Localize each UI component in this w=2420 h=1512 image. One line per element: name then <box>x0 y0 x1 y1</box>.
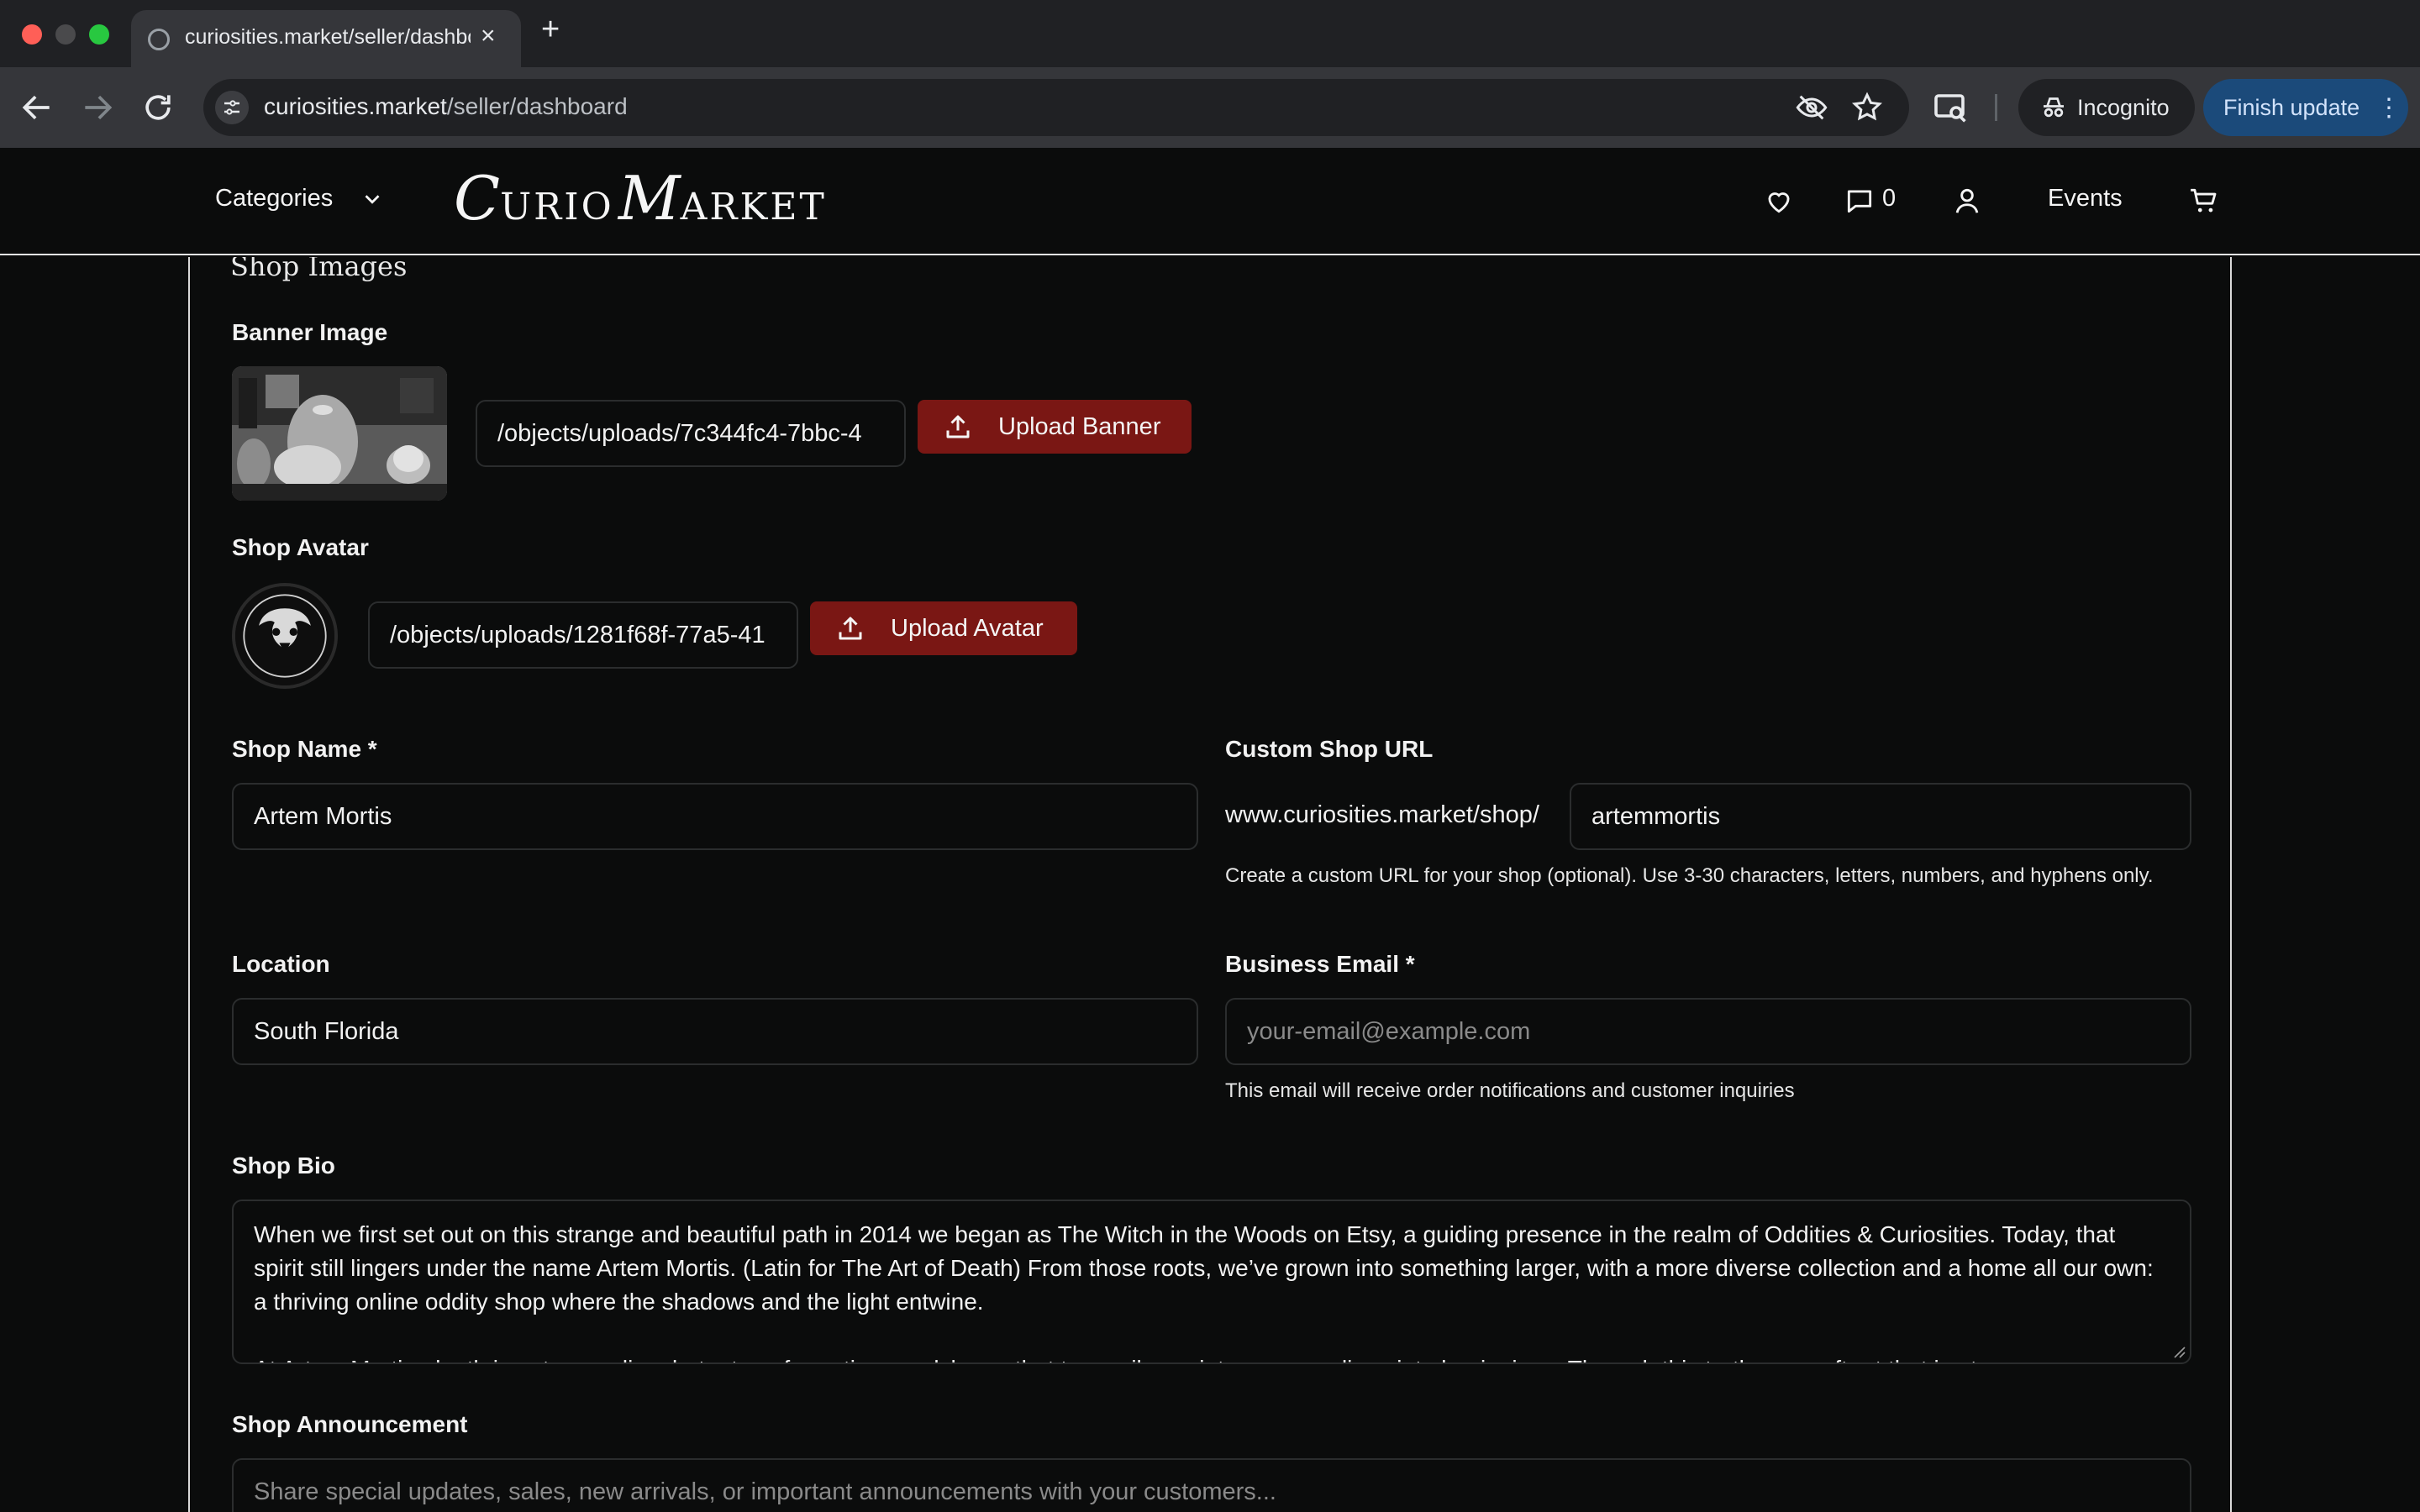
finish-update-label: Finish update <box>2223 95 2360 120</box>
shop-bio-textarea[interactable]: When we first set out on this strange an… <box>232 1200 2191 1364</box>
shop-name-value: Artem Mortis <box>254 803 392 830</box>
shop-bio-paragraph: At Artem Mortis, death is not an ending,… <box>254 1352 2170 1362</box>
upload-avatar-button[interactable]: Upload Avatar <box>810 601 1077 655</box>
location-value: South Florida <box>254 1018 399 1045</box>
incognito-badge[interactable]: Incognito <box>2018 79 2195 136</box>
resize-handle-icon[interactable] <box>2171 1344 2186 1359</box>
avatar-path-value: /objects/uploads/1281f68f-77a5-41 <box>390 622 765 648</box>
banner-image-label: Banner Image <box>232 319 388 345</box>
eye-off-icon[interactable] <box>1795 91 1828 124</box>
messages-count: 0 <box>1882 185 1897 212</box>
back-icon[interactable] <box>18 89 55 126</box>
shop-name-input[interactable]: Artem Mortis <box>232 783 1198 850</box>
events-link[interactable]: Events <box>2048 185 2123 213</box>
cast-search-icon[interactable] <box>1931 87 1971 128</box>
upload-icon <box>839 617 862 640</box>
custom-url-input[interactable]: artemmortis <box>1570 783 2191 850</box>
upload-avatar-label: Upload Avatar <box>891 615 1044 642</box>
window-zoom-button[interactable] <box>89 24 109 45</box>
address-bar[interactable]: curiosities.market/seller/dashboard <box>203 79 1909 136</box>
avatar-path-input[interactable]: /objects/uploads/1281f68f-77a5-41 <box>368 601 798 669</box>
reload-icon[interactable] <box>139 89 176 126</box>
categories-menu[interactable]: Categories <box>215 185 333 213</box>
upload-banner-button[interactable]: Upload Banner <box>918 400 1192 454</box>
shop-settings-panel: Shop Images Banner Image /objects/upload… <box>188 257 2232 1512</box>
browser-tab-strip: curiosities.market/seller/dashboard × + <box>0 0 2420 67</box>
finish-update-button[interactable]: Finish update ⋮ <box>2203 79 2408 136</box>
business-email-input[interactable]: your-email@example.com <box>1225 998 2191 1065</box>
shop-bio-label: Shop Bio <box>232 1152 335 1179</box>
section-title: Shop Images <box>230 257 408 282</box>
shop-announcement-textarea[interactable]: Share special updates, sales, new arriva… <box>232 1458 2191 1512</box>
window-close-button[interactable] <box>22 24 42 45</box>
messages-icon[interactable] <box>1844 185 1876 217</box>
location-input[interactable]: South Florida <box>232 998 1198 1065</box>
site-header: Categories CURIO MARKET 0 Events <box>0 148 2420 255</box>
custom-url-help: Create a custom URL for your shop (optio… <box>1225 864 2154 887</box>
business-email-label: Business Email * <box>1225 951 1415 977</box>
site-logo[interactable]: CURIO MARKET <box>454 163 827 239</box>
url-text: curiosities.market/seller/dashboard <box>264 93 628 119</box>
upload-icon <box>946 415 970 438</box>
shop-bio-paragraph: When we first set out on this strange an… <box>254 1221 2154 1315</box>
custom-url-prefix: www.curiosities.market/shop/ <box>1225 801 1539 828</box>
more-options-icon[interactable]: ⋮ <box>2376 93 2402 123</box>
custom-url-value: artemmortis <box>1591 803 1721 830</box>
location-label: Location <box>232 951 330 977</box>
browser-tab[interactable]: curiosities.market/seller/dashboard × <box>131 10 521 67</box>
shop-name-label: Shop Name * <box>232 736 377 762</box>
tab-title: curiosities.market/seller/dashboard <box>185 25 471 49</box>
globe-icon <box>148 29 170 50</box>
shop-announcement-label: Shop Announcement <box>232 1411 468 1437</box>
shop-announcement-placeholder: Share special updates, sales, new arriva… <box>254 1478 1276 1505</box>
banner-path-input[interactable]: /objects/uploads/7c344fc4-7bbc-4 <box>476 400 906 467</box>
business-email-help: This email will receive order notificati… <box>1225 1079 1795 1102</box>
user-icon[interactable] <box>1951 185 1983 217</box>
tab-close-icon[interactable]: × <box>481 22 496 50</box>
bookmark-star-icon[interactable] <box>1850 91 1884 124</box>
chevron-down-icon[interactable] <box>360 186 385 212</box>
custom-url-label: Custom Shop URL <box>1225 736 1434 762</box>
banner-image-preview <box>232 366 447 501</box>
new-tab-icon[interactable]: + <box>541 12 560 48</box>
window-minimize-button[interactable] <box>55 24 76 45</box>
incognito-icon <box>2044 97 2064 118</box>
shop-avatar-label: Shop Avatar <box>232 534 369 560</box>
forward-icon[interactable] <box>79 89 116 126</box>
site-settings-icon[interactable] <box>215 91 249 124</box>
heart-icon[interactable] <box>1763 185 1795 217</box>
toolbar-separator <box>1995 94 1997 121</box>
browser-toolbar: curiosities.market/seller/dashboard Inco… <box>0 67 2420 148</box>
business-email-placeholder: your-email@example.com <box>1247 1018 1531 1045</box>
upload-banner-label: Upload Banner <box>998 413 1161 440</box>
banner-path-value: /objects/uploads/7c344fc4-7bbc-4 <box>497 420 862 447</box>
incognito-label: Incognito <box>2077 95 2170 120</box>
shop-avatar-preview <box>232 583 338 689</box>
cart-icon[interactable] <box>2188 185 2220 217</box>
